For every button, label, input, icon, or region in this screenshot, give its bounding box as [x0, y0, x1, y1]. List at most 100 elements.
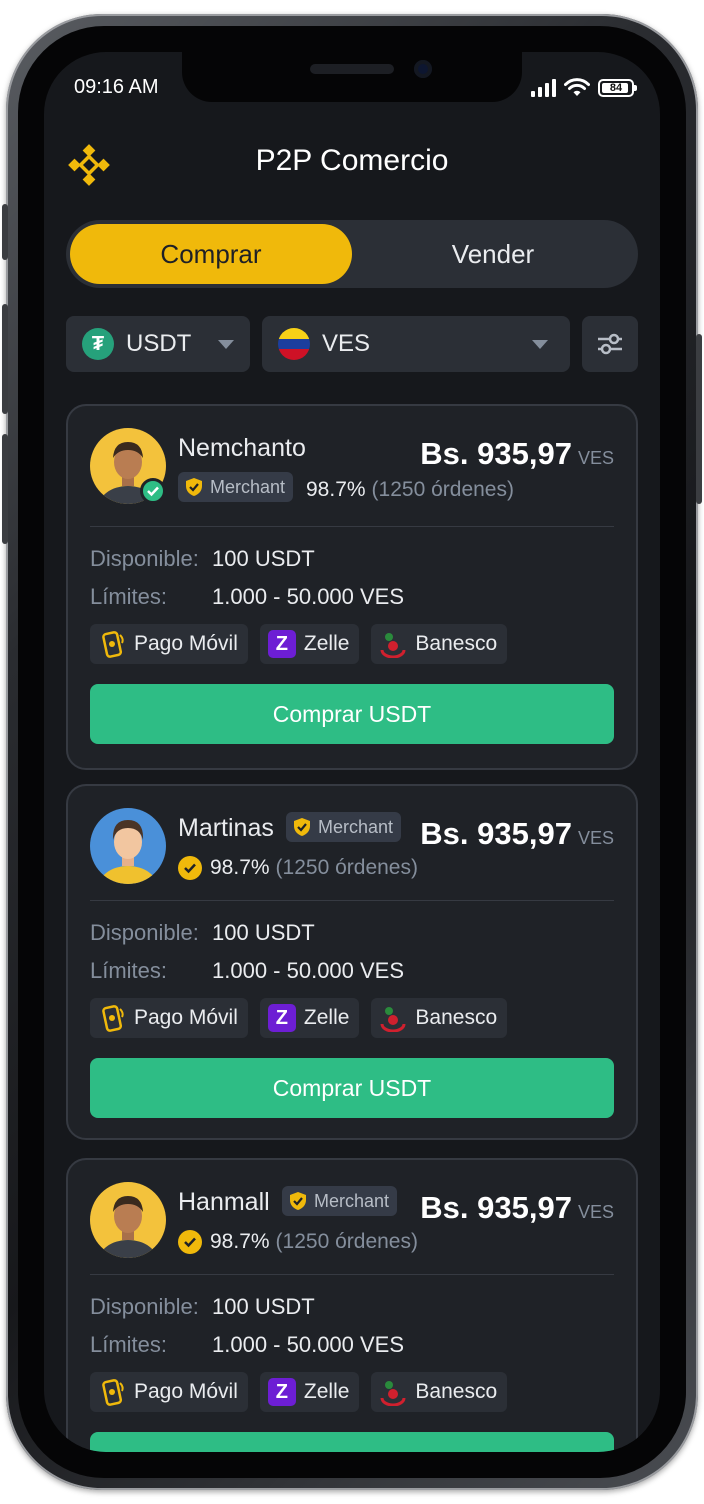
- tab-comprar[interactable]: Comprar: [70, 224, 352, 284]
- payment-label: Pago Móvil: [134, 1380, 238, 1403]
- payment-label: Pago Móvil: [134, 1006, 238, 1029]
- buy-usdt-button[interactable]: Comprar USDT: [90, 1058, 614, 1118]
- payment-chip-pago-movil: Pago Móvil: [90, 624, 248, 664]
- order-count: (1250 órdenes): [371, 478, 514, 501]
- price-value: Bs. 935,97: [420, 436, 572, 471]
- completion-rate: 98.7% (1250 órdenes): [178, 856, 418, 880]
- available-row: Disponible: 100 USDT: [90, 920, 315, 946]
- available-row: Disponible: 100 USDT: [90, 546, 315, 572]
- price: Bs. 935,97 VES: [420, 436, 614, 472]
- available-value: 100 USDT: [212, 546, 315, 571]
- power-button: [696, 334, 702, 504]
- sliders-icon: [598, 333, 622, 355]
- merchant-name[interactable]: Martinas: [178, 814, 274, 843]
- payment-chip-banesco: Banesco: [371, 998, 508, 1038]
- buy-usdt-button[interactable]: Comprar USDT: [90, 1432, 614, 1452]
- buy-usdt-button[interactable]: Comprar USDT: [90, 684, 614, 744]
- completion-rate: 98.7% (1250 órdenes): [306, 478, 514, 502]
- zelle-icon: Z: [267, 1004, 296, 1032]
- price: Bs. 935,97 VES: [420, 816, 614, 852]
- merchant-name[interactable]: Hanmall: [178, 1188, 270, 1217]
- avatar[interactable]: [90, 1182, 166, 1258]
- limits-value: 1.000 - 50.000 VES: [212, 958, 405, 983]
- limits-label: Límites:: [90, 1332, 168, 1357]
- notch: [182, 52, 522, 102]
- zelle-icon: Z: [267, 630, 296, 658]
- mobile-payment-icon: [102, 631, 124, 658]
- mobile-payment-icon: [102, 1379, 124, 1406]
- price: Bs. 935,97 VES: [420, 1190, 614, 1226]
- merchant-badge: Merchant: [286, 812, 402, 842]
- limits-row: Límites: 1.000 - 50.000 VES: [90, 584, 404, 610]
- payment-label: Zelle: [303, 1380, 350, 1403]
- offer-card: Nemchanto Merchant 98.7% (1250 órdenes) …: [66, 404, 638, 770]
- payment-label: Banesco: [415, 1006, 498, 1029]
- limits-value: 1.000 - 50.000 VES: [212, 584, 405, 609]
- completion-rate: 98.7% (1250 órdenes): [178, 1230, 418, 1254]
- payment-chip-pago-movil: Pago Móvil: [90, 1372, 248, 1412]
- shield-check-icon: [294, 818, 310, 836]
- avatar[interactable]: [90, 808, 166, 884]
- payment-chip-zelle: Z Zelle: [259, 624, 360, 664]
- asset-value: USDT: [126, 330, 192, 357]
- mute-switch: [2, 204, 8, 260]
- fiat-selector[interactable]: VES: [262, 316, 570, 372]
- price-currency: VES: [577, 828, 614, 848]
- order-count: (1250 órdenes): [275, 1230, 418, 1253]
- order-count: (1250 órdenes): [275, 856, 418, 879]
- payment-label: Banesco: [415, 632, 498, 655]
- payment-methods: Pago Móvil Z Zelle Banesco: [90, 998, 508, 1038]
- verified-icon: [140, 478, 166, 504]
- payment-methods: Pago Móvil Z Zelle Banesco: [90, 1372, 508, 1412]
- check-circle-icon: [178, 856, 202, 880]
- available-value: 100 USDT: [212, 920, 315, 945]
- available-value: 100 USDT: [212, 1294, 315, 1319]
- battery-icon: 84: [598, 79, 637, 97]
- status-icons: 84: [531, 78, 637, 98]
- front-camera: [414, 60, 432, 78]
- payment-chip-pago-movil: Pago Móvil: [90, 998, 248, 1038]
- price-value: Bs. 935,97: [420, 816, 572, 851]
- payment-label: Pago Móvil: [134, 632, 238, 655]
- payment-methods: Pago Móvil Z Zelle Banesco: [90, 624, 508, 664]
- limits-label: Límites:: [90, 584, 168, 609]
- rating-value: 98.7%: [210, 856, 270, 879]
- asset-selector[interactable]: ₮ USDT: [66, 316, 250, 372]
- rating-value: 98.7%: [306, 478, 366, 501]
- banesco-icon: [380, 1007, 406, 1032]
- merchant-badge: Merchant: [282, 1186, 398, 1216]
- payment-chip-banesco: Banesco: [371, 1372, 508, 1412]
- tab-vender[interactable]: Vender: [352, 224, 634, 284]
- filter-button[interactable]: [582, 316, 638, 372]
- page-title: P2P Comercio: [255, 144, 449, 177]
- chevron-down-icon: [218, 339, 234, 349]
- limits-label: Límites:: [90, 958, 168, 983]
- limits-value: 1.000 - 50.000 VES: [212, 1332, 405, 1357]
- banesco-icon: [380, 633, 406, 658]
- payment-chip-banesco: Banesco: [371, 624, 508, 664]
- shield-check-icon: [290, 1192, 306, 1210]
- battery-level: 84: [609, 82, 623, 94]
- status-time: 09:16 AM: [74, 76, 159, 98]
- banesco-icon: [380, 1381, 406, 1406]
- payment-label: Banesco: [415, 1380, 498, 1403]
- limits-row: Límites: 1.000 - 50.000 VES: [90, 958, 404, 984]
- price-currency: VES: [577, 1202, 614, 1222]
- payment-label: Zelle: [303, 1006, 350, 1029]
- volume-down-button: [2, 434, 8, 544]
- merchant-badge-label: Merchant: [318, 816, 394, 837]
- payment-label: Zelle: [303, 632, 350, 655]
- offer-card: Martinas Merchant 98.7% (1250 órdenes) B…: [66, 784, 638, 1140]
- payment-chip-zelle: Z Zelle: [259, 998, 360, 1038]
- offer-card: Hanmall Merchant 98.7% (1250 órdenes) Bs…: [66, 1158, 638, 1452]
- merchant-name[interactable]: Nemchanto: [178, 434, 306, 463]
- divider: [90, 900, 614, 901]
- user-avatar-icon: [98, 820, 158, 884]
- merchant-badge-label: Merchant: [314, 1190, 390, 1211]
- zelle-icon: Z: [267, 1378, 296, 1406]
- rating-value: 98.7%: [210, 1230, 270, 1253]
- user-avatar-icon: [98, 1196, 158, 1258]
- merchant-badge-label: Merchant: [210, 476, 286, 497]
- price-value: Bs. 935,97: [420, 1190, 572, 1225]
- available-label: Disponible:: [90, 1294, 199, 1319]
